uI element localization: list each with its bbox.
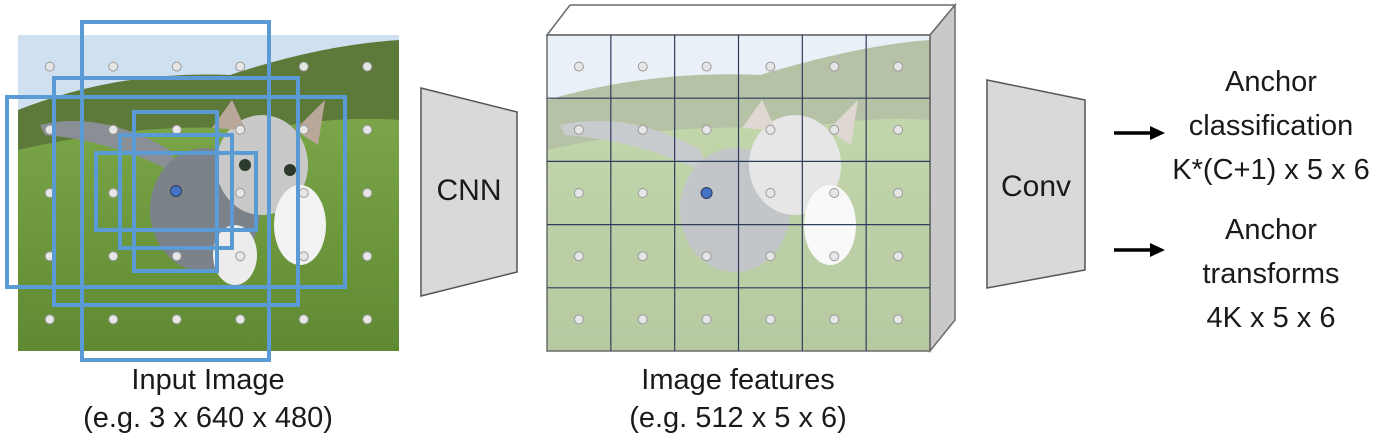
input-grid-dot: [108, 314, 119, 325]
feature-grid-dot: [637, 188, 648, 198]
input-image-shape: (e.g. 3 x 640 x 480): [83, 402, 333, 434]
features-shape: (e.g. 512 x 5 x 6): [629, 402, 847, 434]
input-grid-dot: [108, 188, 119, 198]
input-image-title: Input Image: [131, 364, 285, 396]
input-grid-dot: [298, 61, 309, 72]
conv-label: Conv: [1000, 170, 1072, 203]
feature-grid-dot: [637, 251, 648, 262]
input-grid-dot: [298, 188, 309, 198]
feature-grid-dot: [701, 61, 712, 72]
feature-grid-dot: [893, 124, 904, 135]
feature-grid-dot: [765, 61, 776, 72]
feature-grid-dot: [765, 188, 776, 198]
input-grid-dot: [235, 251, 246, 262]
feature-grid-dot: [765, 314, 776, 325]
cnn-label: CNN: [436, 174, 502, 207]
feature-grid-dot: [573, 314, 584, 325]
input-grid-dot: [108, 61, 119, 72]
feature-volume: [545, 2, 957, 354]
classification-line1: Anchor: [1225, 66, 1317, 98]
transforms-output: Anchor transforms 4K x 5 x 6: [1166, 208, 1376, 340]
feature-grid-dot: [573, 251, 584, 262]
classification-line2: classification: [1188, 110, 1354, 142]
input-grid-dot: [298, 251, 309, 262]
feature-grid-dot: [701, 124, 712, 135]
arrow-to-transforms: [1114, 243, 1165, 257]
feature-grid-dot: [829, 124, 840, 135]
feature-grid-dot: [893, 251, 904, 262]
arrow-to-classification: [1114, 126, 1165, 140]
input-grid-dot: [362, 251, 373, 262]
anchor-center-point: [170, 185, 182, 197]
classification-output: Anchor classification K*(C+1) x 5 x 6: [1166, 60, 1376, 192]
features-title: Image features: [641, 364, 835, 396]
input-grid-dot: [171, 61, 182, 72]
feature-grid-dot: [893, 314, 904, 325]
feature-grid-dot: [637, 124, 648, 135]
input-grid-dot: [362, 61, 373, 72]
input-grid-dot: [171, 251, 182, 262]
feature-top-face: [545, 4, 957, 36]
input-grid-dot: [235, 188, 246, 198]
input-grid-dot: [362, 314, 373, 325]
feature-grid-dot: [573, 188, 584, 198]
input-grid-dot: [298, 124, 309, 135]
feature-grid-dot: [701, 314, 712, 325]
classification-shape: K*(C+1) x 5 x 6: [1172, 154, 1370, 186]
feature-grid-dot: [573, 124, 584, 135]
input-grid-dot: [171, 124, 182, 135]
input-grid-dot: [44, 314, 55, 325]
feature-grid-dot: [829, 251, 840, 262]
feature-grid-dot: [637, 61, 648, 72]
input-grid-dot: [235, 61, 246, 72]
feature-grid-dot: [637, 314, 648, 325]
transforms-line1: Anchor: [1225, 214, 1317, 246]
feature-grid-dot: [829, 61, 840, 72]
feature-highlight-dot: [700, 187, 713, 199]
input-grid-dot: [44, 61, 55, 72]
feature-side-face: [929, 2, 956, 354]
feature-grid-dot: [765, 251, 776, 262]
transforms-line2: transforms: [1202, 258, 1340, 290]
transforms-shape: 4K x 5 x 6: [1206, 302, 1336, 334]
input-grid-dot: [235, 314, 246, 325]
input-grid-dot: [362, 124, 373, 135]
input-grid-dot: [108, 124, 119, 135]
input-grid-dot: [235, 124, 246, 135]
feature-grid-dot: [765, 124, 776, 135]
features-caption: Image features (e.g. 512 x 5 x 6): [568, 361, 908, 437]
feature-grid-dot: [829, 188, 840, 198]
input-grid-dot: [171, 314, 182, 325]
feature-grid-dot: [829, 314, 840, 325]
input-grid-dot: [362, 188, 373, 198]
feature-grid-dot: [701, 251, 712, 262]
input-grid-dot: [298, 314, 309, 325]
input-image-caption: Input Image (e.g. 3 x 640 x 480): [38, 361, 378, 437]
feature-grid-dot: [573, 61, 584, 72]
feature-grid-dot: [893, 61, 904, 72]
input-grid-dot: [108, 251, 119, 262]
feature-grid-dot: [893, 188, 904, 198]
